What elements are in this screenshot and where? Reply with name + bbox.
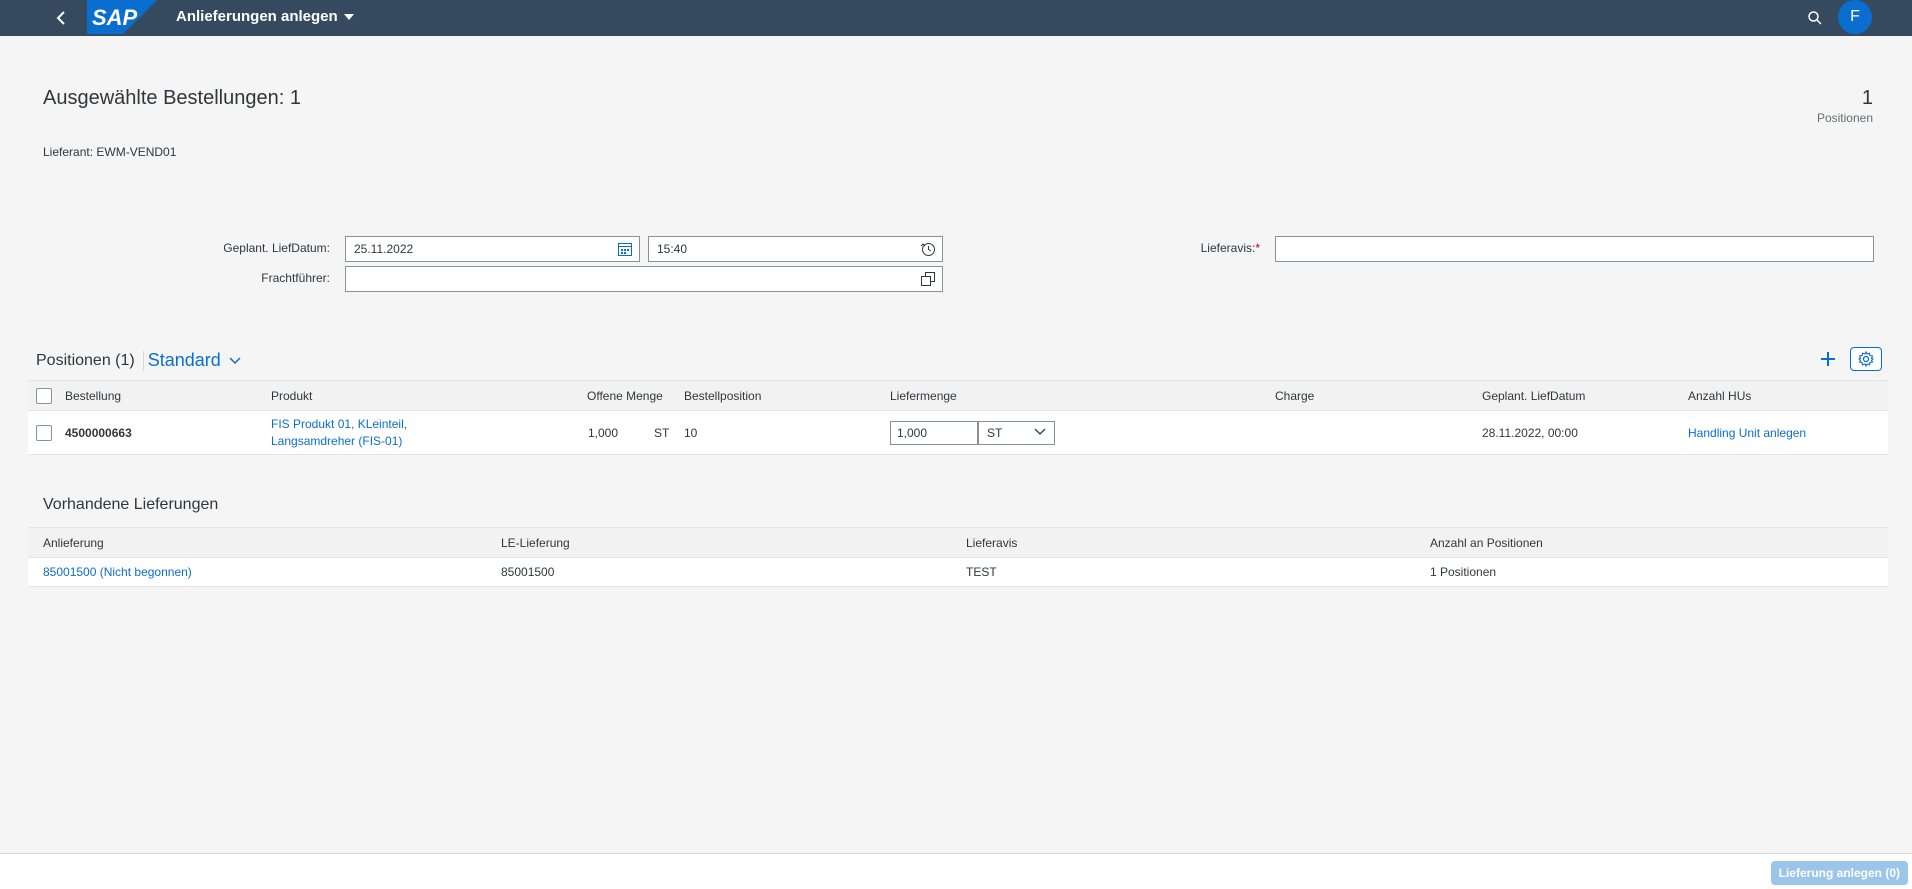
order-number: 4500000663 bbox=[65, 426, 132, 440]
col-header-positions: Anzahl an Positionen bbox=[1430, 536, 1543, 550]
item-number: 10 bbox=[684, 426, 698, 440]
gear-icon bbox=[1858, 351, 1874, 367]
supplier-label: Lieferant: EWM-VEND01 bbox=[43, 145, 177, 159]
sap-logo[interactable]: SAP bbox=[87, 0, 157, 34]
row-checkbox[interactable] bbox=[36, 425, 52, 441]
asn-input[interactable] bbox=[1275, 236, 1874, 262]
asn-value-cell: TEST bbox=[966, 565, 997, 579]
col-header-product: Produkt bbox=[271, 389, 313, 403]
user-avatar[interactable]: F bbox=[1838, 0, 1872, 34]
col-header-planned-date: Geplant. LiefDatum bbox=[1482, 389, 1586, 403]
col-header-asn: Lieferavis bbox=[966, 536, 1018, 550]
back-button[interactable] bbox=[50, 7, 72, 29]
create-delivery-button[interactable]: Lieferung anlegen (0) bbox=[1770, 861, 1908, 885]
page-title: Ausgewählte Bestellungen: 1 bbox=[43, 87, 301, 109]
app-title: Anlieferungen anlegen bbox=[176, 8, 338, 25]
table-row[interactable]: 4500000663 FIS Produkt 01, KLeinteil, La… bbox=[28, 411, 1888, 455]
select-all-checkbox[interactable] bbox=[36, 388, 52, 404]
create-hu-link[interactable]: Handling Unit anlegen bbox=[1688, 426, 1806, 440]
carrier-input[interactable] bbox=[345, 266, 943, 292]
positions-toolbar: Positionen (1) Standard bbox=[36, 350, 241, 371]
col-header-delivery-qty: Liefermenge bbox=[890, 389, 957, 403]
col-header-order: Bestellung bbox=[65, 389, 122, 403]
variant-selector[interactable]: Standard bbox=[148, 350, 241, 371]
caret-down-icon bbox=[343, 13, 354, 20]
chevron-left-icon bbox=[56, 11, 65, 25]
plus-icon bbox=[1821, 352, 1835, 366]
planned-time-value: 15:40 bbox=[657, 242, 688, 256]
open-qty-unit: ST bbox=[654, 426, 670, 440]
unit-select[interactable]: ST bbox=[978, 421, 1055, 445]
planned-date-value: 25.11.2022 bbox=[354, 242, 414, 256]
asn-label: Lieferavis:* bbox=[1200, 241, 1260, 255]
toolbar-separator bbox=[142, 350, 144, 371]
col-header-le-delivery: LE-Lieferung bbox=[501, 536, 570, 550]
positions-table: Bestellung Produkt Offene Menge Bestellp… bbox=[28, 380, 1888, 455]
table-settings-button[interactable] bbox=[1850, 347, 1882, 371]
open-qty: 1,000 bbox=[588, 426, 619, 440]
positions-count-label: Positionen bbox=[1816, 111, 1873, 125]
table-header-row: Anlieferung LE-Lieferung Lieferavis Anza… bbox=[28, 527, 1888, 558]
carrier-label: Frachtführer: bbox=[261, 271, 330, 285]
planned-time-input[interactable]: 15:40 bbox=[648, 236, 943, 262]
calendar-icon[interactable] bbox=[617, 241, 633, 257]
table-header-row: Bestellung Produkt Offene Menge Bestellp… bbox=[28, 380, 1888, 411]
logo-text: SAP bbox=[92, 5, 138, 30]
search-icon bbox=[1808, 11, 1822, 25]
app-title-menu[interactable]: Anlieferungen anlegen bbox=[176, 8, 354, 25]
planned-date-value: 28.11.2022, 00:00 bbox=[1482, 426, 1578, 440]
delivery-qty-input[interactable]: 1,000 bbox=[890, 421, 978, 445]
footer-toolbar: Lieferung anlegen (0) bbox=[0, 853, 1912, 889]
positions-count: 1 bbox=[1861, 87, 1873, 109]
required-marker: * bbox=[1255, 241, 1260, 255]
shell-bar: SAP Anlieferungen anlegen F bbox=[0, 0, 1912, 36]
value-help-icon[interactable] bbox=[920, 271, 936, 287]
positions-title: Positionen (1) bbox=[36, 351, 135, 369]
chevron-down-icon bbox=[229, 356, 241, 364]
product-link[interactable]: FIS Produkt 01, KLeinteil, Langsamdreher… bbox=[271, 416, 407, 450]
time-picker-icon[interactable] bbox=[920, 241, 936, 257]
col-header-item: Bestellposition bbox=[684, 389, 762, 403]
le-delivery-value: 85001500 bbox=[501, 565, 555, 579]
inbound-delivery-link[interactable]: 85001500 (Nicht begonnen) bbox=[43, 565, 192, 579]
col-header-inbound: Anlieferung bbox=[43, 536, 104, 550]
col-header-open-qty: Offene Menge bbox=[587, 389, 663, 403]
existing-deliveries-table: Anlieferung LE-Lieferung Lieferavis Anza… bbox=[28, 527, 1888, 587]
add-button[interactable] bbox=[1816, 347, 1840, 371]
existing-deliveries-title: Vorhandene Lieferungen bbox=[43, 496, 219, 513]
positions-count-cell: 1 Positionen bbox=[1430, 565, 1497, 579]
col-header-hus: Anzahl HUs bbox=[1688, 389, 1752, 403]
table-row[interactable]: 85001500 (Nicht begonnen) 85001500 TEST … bbox=[28, 558, 1888, 587]
planned-date-input[interactable]: 25.11.2022 bbox=[345, 236, 640, 262]
col-header-batch: Charge bbox=[1275, 389, 1315, 403]
chevron-down-icon bbox=[1034, 428, 1046, 435]
planned-date-label: Geplant. LiefDatum: bbox=[223, 241, 330, 255]
search-button[interactable] bbox=[1804, 7, 1826, 29]
variant-label: Standard bbox=[147, 350, 221, 370]
